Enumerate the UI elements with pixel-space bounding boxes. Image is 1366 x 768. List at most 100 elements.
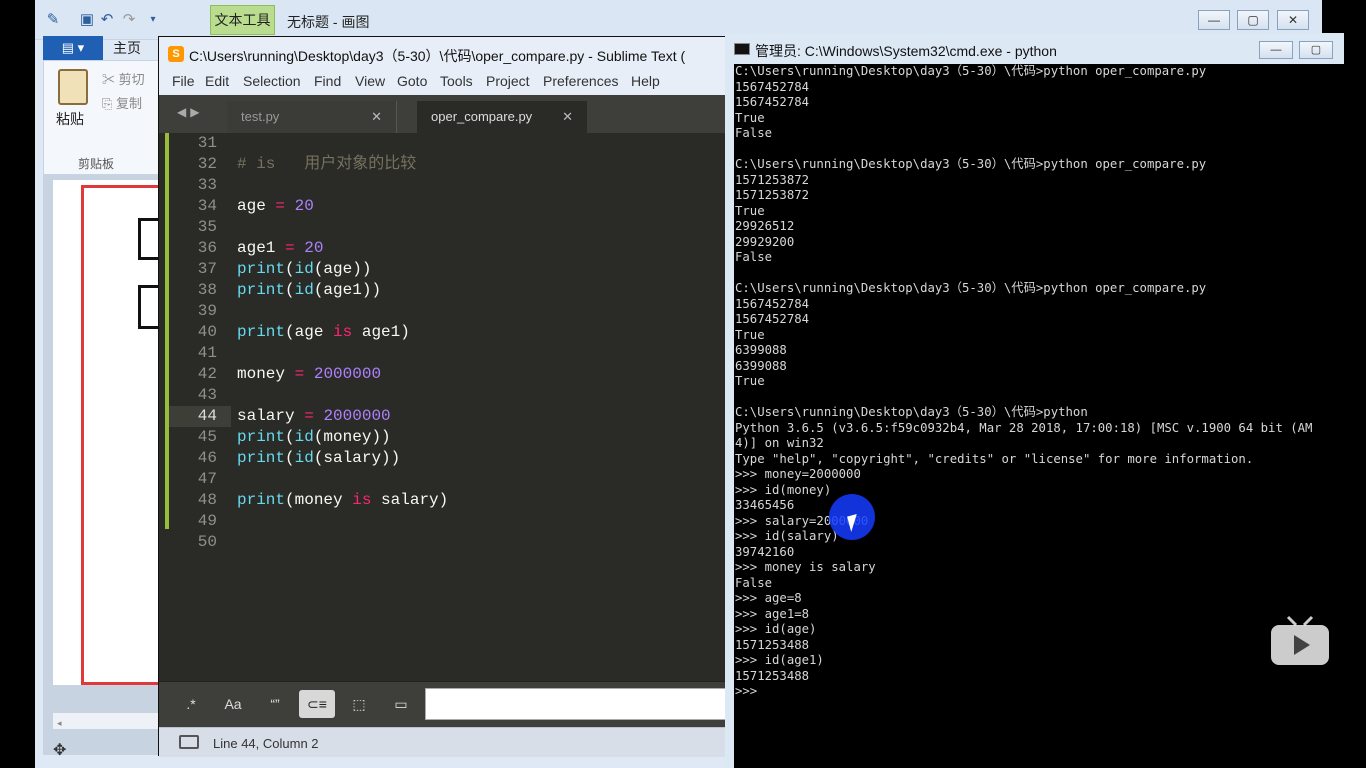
code-text: age1 = 20 bbox=[237, 239, 324, 257]
code-text: print(money is salary) bbox=[237, 491, 449, 509]
copy-button[interactable]: ⎘ 复制 bbox=[102, 93, 142, 112]
console-line: 1567452784 bbox=[735, 95, 810, 109]
line-number: 44 bbox=[197, 407, 217, 425]
case-sensitive-toggle-button[interactable]: Aa bbox=[215, 690, 251, 718]
console-line: >>> id(salary) bbox=[735, 529, 839, 543]
console-line: 1571253872 bbox=[735, 172, 810, 187]
text-tools-tab[interactable]: 文本工具 bbox=[210, 5, 275, 35]
console-line: 1571253872 bbox=[735, 188, 810, 202]
menu-project[interactable]: Project bbox=[486, 73, 530, 89]
paint-maximize-button[interactable]: ▢ bbox=[1237, 10, 1269, 30]
whole-word-toggle-button[interactable]: “” bbox=[257, 690, 293, 718]
menu-tools[interactable]: Tools bbox=[440, 73, 473, 89]
paint-close-button[interactable]: ✕ bbox=[1277, 10, 1309, 30]
code-text: print(id(age1)) bbox=[237, 281, 382, 299]
paste-button-label[interactable]: 粘贴 bbox=[56, 109, 84, 129]
cmd-minimize-button[interactable]: — bbox=[1259, 41, 1293, 59]
line-number: 40 bbox=[197, 323, 217, 341]
line-number: 32 bbox=[197, 155, 217, 173]
line-number: 35 bbox=[197, 218, 217, 236]
line-number: 39 bbox=[197, 302, 217, 320]
line-number: 46 bbox=[197, 449, 217, 467]
line-number: 48 bbox=[197, 491, 217, 509]
redo-icon[interactable]: ↷ bbox=[121, 12, 137, 28]
cmd-window: 管理员: C:\Windows\System32\cmd.exe - pytho… bbox=[725, 33, 1344, 768]
tab-test-py[interactable]: test.py ✕ bbox=[227, 101, 397, 133]
line-number: 33 bbox=[197, 176, 217, 194]
menu-help[interactable]: Help bbox=[631, 73, 660, 89]
copy-label: 复制 bbox=[116, 96, 143, 111]
line-number: 37 bbox=[197, 260, 217, 278]
line-number: 38 bbox=[197, 281, 217, 299]
video-player-logo-icon bbox=[1271, 615, 1329, 665]
find-input[interactable] bbox=[425, 688, 729, 720]
menu-selection[interactable]: Selection bbox=[243, 73, 301, 89]
line-number: 31 bbox=[197, 134, 217, 152]
tab-label: test.py bbox=[241, 109, 280, 124]
console-line: >>> money is salary bbox=[735, 560, 876, 574]
find-panel: .* Aa “” ⊂≡ ⬚ ▭ bbox=[159, 681, 729, 727]
line-number: 45 bbox=[197, 428, 217, 446]
console-line: >>> id(age) bbox=[735, 622, 817, 636]
paint-canvas[interactable] bbox=[53, 180, 178, 685]
line-number: 36 bbox=[197, 239, 217, 257]
console-line: True bbox=[735, 203, 765, 218]
console-line: 1567452784 bbox=[735, 79, 810, 94]
cursor-position-status: Line 44, Column 2 bbox=[213, 736, 319, 751]
console-line: Python 3.6.5 (v3.6.5:f59c0932b4, Mar 28 … bbox=[735, 420, 1313, 435]
paint-horizontal-scrollbar[interactable]: ◂ bbox=[53, 713, 173, 729]
code-line: 42 money = 2000000 bbox=[169, 364, 729, 385]
code-editor[interactable]: 31 32 # is 用户对象的比较 33 34 age = 20 35 36 age… bbox=[159, 133, 729, 681]
paint-app-icon[interactable]: ✎ bbox=[45, 12, 61, 28]
console-line: 29926512 bbox=[735, 219, 795, 233]
comment-text: # is 用户对象的比较 bbox=[237, 155, 417, 173]
quick-access-dropdown-icon[interactable]: ▾ bbox=[145, 12, 161, 28]
menu-goto[interactable]: Goto bbox=[397, 73, 427, 89]
menu-preferences[interactable]: Preferences bbox=[543, 73, 618, 89]
move-cursor-icon: ✥ bbox=[53, 742, 67, 759]
code-text: age = 20 bbox=[237, 197, 314, 215]
console-output[interactable]: C:\Users\running\Desktop\day3（5-30）\代码>p… bbox=[735, 64, 1335, 768]
menu-find[interactable]: Find bbox=[314, 73, 341, 89]
undo-icon[interactable]: ↶ bbox=[99, 12, 115, 28]
cut-label: 剪切 bbox=[118, 72, 145, 87]
cmd-maximize-button[interactable]: ▢ bbox=[1299, 41, 1333, 59]
close-icon[interactable]: ✕ bbox=[371, 101, 382, 133]
wrap-toggle-button[interactable]: ⊂≡ bbox=[299, 690, 335, 718]
regex-toggle-button[interactable]: .* bbox=[173, 690, 209, 718]
paint-file-menu-button[interactable]: ▤ ▾ bbox=[43, 36, 103, 60]
code-line: 40 print(age is age1) bbox=[169, 322, 729, 343]
panel-toggle-icon[interactable] bbox=[179, 735, 199, 749]
tab-scroll-arrows-icon[interactable]: ◀▶ bbox=[177, 105, 203, 119]
save-icon[interactable]: ▣ bbox=[79, 12, 95, 28]
console-line: 1571253488 bbox=[735, 668, 810, 683]
code-line: 31 bbox=[169, 133, 729, 154]
clipboard-paste-icon[interactable] bbox=[58, 69, 88, 105]
console-line: 39742160 bbox=[735, 544, 795, 559]
console-line: C:\Users\running\Desktop\day3（5-30）\代码>p… bbox=[735, 281, 1207, 295]
line-number: 34 bbox=[197, 197, 217, 215]
console-line: True bbox=[735, 110, 765, 125]
console-line: 6399088 bbox=[735, 358, 787, 373]
code-line: 38 print(id(age1)) bbox=[169, 280, 729, 301]
close-icon[interactable]: ✕ bbox=[562, 101, 573, 133]
sublime-titlebar: S C:\Users\running\Desktop\day3（5-30）\代码… bbox=[159, 37, 729, 69]
menu-edit[interactable]: Edit bbox=[205, 73, 229, 89]
console-line: 1571253488 bbox=[735, 637, 810, 652]
menu-file[interactable]: File bbox=[172, 73, 195, 89]
code-text: print(id(money)) bbox=[237, 428, 391, 446]
highlight-matches-toggle-button[interactable]: ▭ bbox=[383, 690, 419, 718]
sublime-window-title: C:\Users\running\Desktop\day3（5-30）\代码\o… bbox=[189, 48, 686, 64]
paint-minimize-button[interactable]: — bbox=[1198, 10, 1230, 30]
menu-view[interactable]: View bbox=[355, 73, 385, 89]
in-selection-toggle-button[interactable]: ⬚ bbox=[341, 690, 377, 718]
cut-button[interactable]: ✂ 剪切 bbox=[102, 69, 145, 88]
paint-home-tab[interactable]: 主页 bbox=[113, 38, 141, 58]
tab-oper-compare-py[interactable]: oper_compare.py ✕ bbox=[417, 101, 587, 133]
console-line: C:\Users\running\Desktop\day3（5-30）\代码>p… bbox=[735, 157, 1207, 171]
code-line: 35 bbox=[169, 217, 729, 238]
cmd-app-icon[interactable] bbox=[734, 43, 750, 55]
scroll-left-icon[interactable]: ◂ bbox=[57, 718, 62, 728]
